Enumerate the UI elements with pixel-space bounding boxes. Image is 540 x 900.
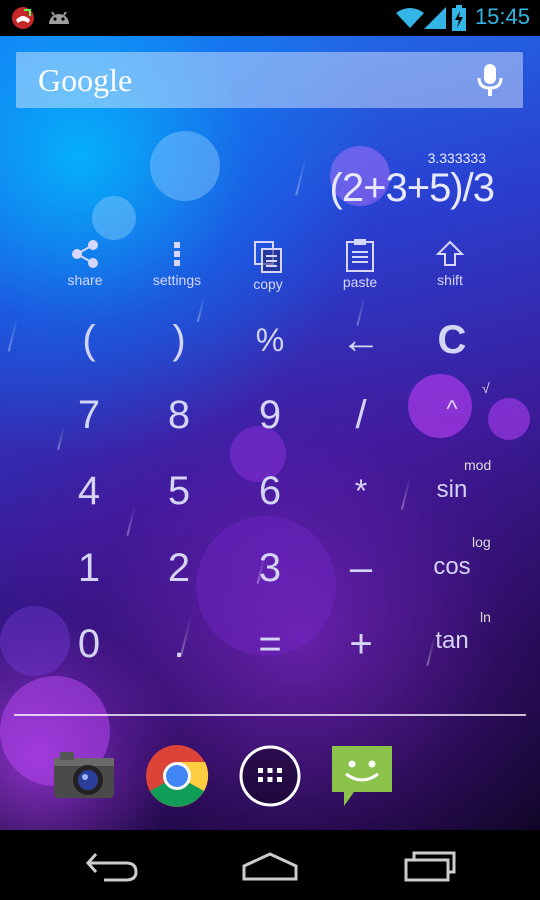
messaging-app-icon[interactable] bbox=[330, 744, 394, 808]
app-drawer-icon[interactable] bbox=[238, 744, 302, 808]
google-logo: Google bbox=[38, 62, 133, 98]
recent-apps-icon[interactable] bbox=[390, 846, 470, 886]
key-multiply[interactable]: * bbox=[316, 456, 406, 526]
copy-label: copy bbox=[253, 276, 283, 292]
calculator-result: 3.333333 bbox=[427, 150, 486, 166]
key-4[interactable]: 4 bbox=[44, 456, 134, 526]
paste-icon bbox=[315, 238, 405, 272]
key-tan-alt: ln bbox=[480, 609, 491, 625]
overflow-menu-icon bbox=[132, 238, 222, 270]
settings-label: settings bbox=[152, 272, 202, 288]
call-missed-icon bbox=[10, 6, 36, 34]
battery-charging-icon bbox=[452, 5, 466, 35]
dock-divider bbox=[14, 714, 526, 716]
copy-icon bbox=[223, 240, 313, 274]
key-cos-alt: log bbox=[472, 534, 491, 550]
shift-button[interactable]: shift bbox=[405, 238, 495, 288]
microphone-icon[interactable] bbox=[477, 64, 503, 102]
clock: 15:45 bbox=[474, 4, 530, 29]
android-icon bbox=[46, 6, 72, 34]
key-0[interactable]: 0 bbox=[44, 609, 134, 679]
copy-button[interactable]: copy bbox=[223, 240, 313, 292]
key-paren-close[interactable]: ) bbox=[134, 305, 224, 375]
shift-label: shift bbox=[437, 272, 463, 288]
key-3[interactable]: 3 bbox=[225, 533, 315, 603]
home-icon[interactable] bbox=[230, 846, 310, 886]
key-equals[interactable]: = bbox=[225, 609, 315, 679]
key-8[interactable]: 8 bbox=[134, 380, 224, 450]
paste-button[interactable]: paste bbox=[315, 238, 405, 290]
chrome-app-icon[interactable] bbox=[145, 744, 209, 808]
share-button[interactable]: share bbox=[40, 238, 130, 288]
key-7[interactable]: 7 bbox=[44, 380, 134, 450]
key-5[interactable]: 5 bbox=[134, 456, 224, 526]
camera-app-icon[interactable] bbox=[52, 744, 116, 808]
key-6[interactable]: 6 bbox=[225, 456, 315, 526]
key-sin-alt: mod bbox=[464, 457, 492, 473]
key-1[interactable]: 1 bbox=[44, 533, 134, 603]
key-2[interactable]: 2 bbox=[134, 533, 224, 603]
key-paren-open[interactable]: ( bbox=[44, 305, 134, 375]
key-plus[interactable]: + bbox=[316, 609, 406, 679]
key-power-alt: √ bbox=[482, 380, 490, 396]
signal-icon bbox=[424, 7, 446, 33]
key-minus[interactable]: – bbox=[316, 533, 406, 603]
settings-button[interactable]: settings bbox=[132, 238, 222, 288]
back-icon[interactable] bbox=[74, 846, 154, 886]
google-search-bar[interactable]: Google bbox=[16, 52, 523, 108]
paste-label: paste bbox=[342, 274, 378, 290]
key-backspace[interactable]: ← bbox=[316, 305, 406, 375]
share-icon bbox=[40, 238, 130, 270]
key-9[interactable]: 9 bbox=[225, 380, 315, 450]
navigation-bar bbox=[0, 830, 540, 900]
key-percent[interactable]: % bbox=[225, 305, 315, 375]
shift-arrow-icon bbox=[405, 238, 495, 270]
calculator-expression[interactable]: (2+3+5)/3 bbox=[330, 166, 495, 211]
key-dot[interactable]: . bbox=[134, 609, 224, 679]
status-bar: 15:45 bbox=[0, 0, 540, 36]
share-label: share bbox=[67, 272, 103, 288]
wifi-icon bbox=[396, 7, 424, 33]
key-divide[interactable]: / bbox=[316, 380, 406, 450]
key-clear[interactable]: C bbox=[407, 305, 497, 375]
